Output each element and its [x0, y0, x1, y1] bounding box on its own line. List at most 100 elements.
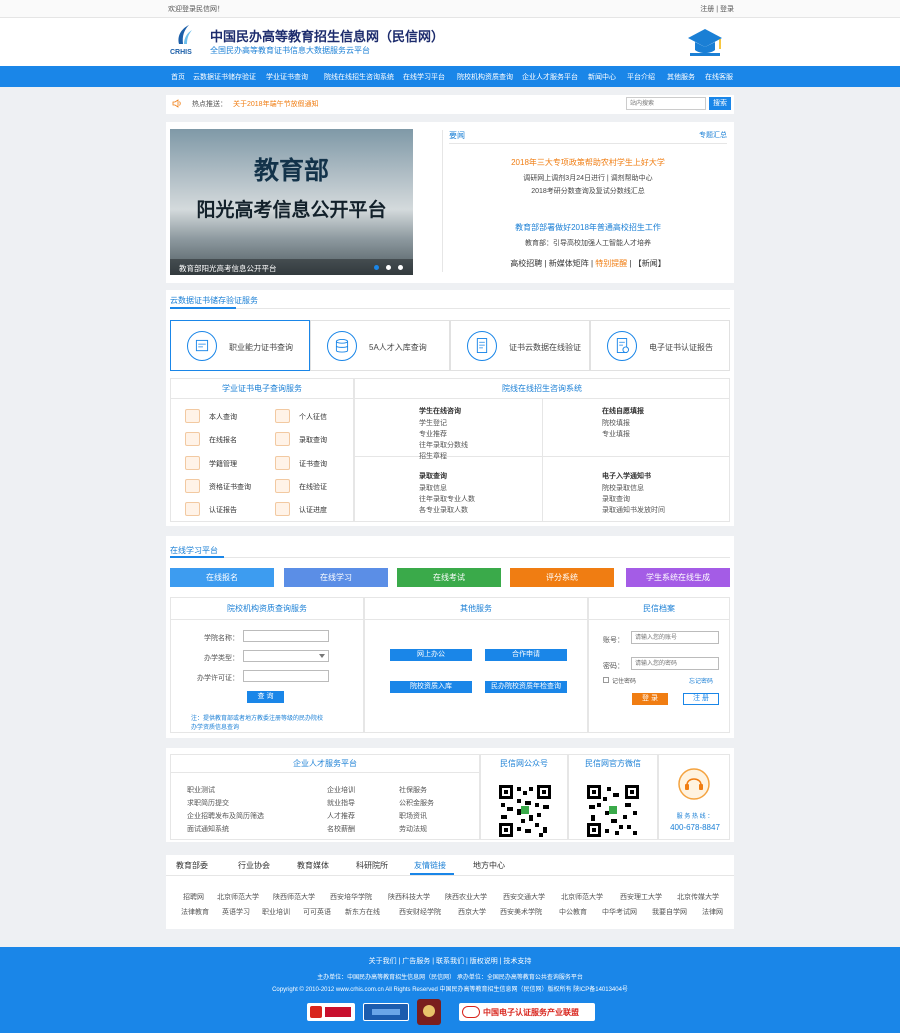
btn-grading-system[interactable]: 评分系统 [510, 568, 614, 587]
cert-status-manage[interactable]: 学籍管理 [175, 453, 261, 473]
login-link[interactable]: 登录 [720, 6, 734, 13]
cert-online-verify[interactable]: 在线验证 [265, 476, 351, 496]
news-link-news[interactable]: 【新闻】 [634, 259, 666, 268]
news-headline-1[interactable]: 2018年三大专项政策帮助农村学生上好大学 [449, 157, 727, 168]
tab-research[interactable]: 科研院所 [356, 860, 388, 871]
nav-home[interactable]: 首页 [171, 72, 185, 82]
site-search-input[interactable] [626, 97, 706, 110]
hot-news-link[interactable]: 关于2018年端午节放假通知 [233, 99, 319, 109]
friend-link[interactable]: 陕西农业大学 [445, 892, 487, 902]
friend-link[interactable]: 我要自学网 [652, 907, 687, 917]
friend-link[interactable]: 西安交通大学 [503, 892, 545, 902]
svc-talent-query[interactable]: 5A人才入库查询 [310, 320, 450, 371]
cert-qualification-query[interactable]: 资格证书查询 [175, 476, 261, 496]
svc-vocational-cert[interactable]: 职业能力证书查询 [170, 320, 310, 371]
register-link[interactable]: 注册 [700, 6, 714, 13]
friend-link[interactable]: 西安财经学院 [399, 907, 441, 917]
carousel-dot-1[interactable] [374, 265, 379, 270]
login-button[interactable]: 登 录 [632, 693, 668, 705]
news-line-3[interactable]: 教育部：引导高校加强人工智能人才培养 [449, 238, 727, 248]
nav-support[interactable]: 在线客服 [705, 72, 733, 82]
account-input[interactable] [631, 631, 719, 644]
btn-online-office[interactable]: 网上办公 [390, 649, 472, 661]
nav-learning[interactable]: 在线学习平台 [403, 72, 445, 82]
tab-local-center[interactable]: 地方中心 [473, 860, 505, 871]
site-logo[interactable]: CRHIS [170, 24, 198, 60]
cert-credit[interactable]: 个人征信 [265, 406, 351, 426]
qualification-query-button[interactable]: 查 询 [247, 691, 284, 703]
nav-qualification[interactable]: 院校机构资质查询 [457, 72, 513, 82]
cert-self-query[interactable]: 本人查询 [175, 406, 261, 426]
friend-link[interactable]: 新东方在线 [345, 907, 380, 917]
consult-g4-item[interactable]: 录取查询 [602, 494, 630, 504]
friend-link[interactable]: 可可英语 [303, 907, 331, 917]
btn-school-qualification[interactable]: 院校资质入库 [390, 681, 472, 693]
news-link-notice[interactable]: 特别提醒 [595, 259, 627, 268]
news-line-2[interactable]: 2018考研分数查询及复试分数线汇总 [449, 186, 727, 196]
consult-g2-item[interactable]: 院校填报 [602, 418, 630, 428]
friend-link[interactable]: 陕西师范大学 [273, 892, 315, 902]
friend-link[interactable]: 西安培华学院 [330, 892, 372, 902]
talent-item[interactable]: 面试通知系统 [187, 824, 229, 834]
trust-badge-2[interactable] [363, 1003, 409, 1021]
talent-item[interactable]: 职场资讯 [399, 811, 427, 821]
talent-item[interactable]: 企业招聘发布及简历筛选 [187, 811, 264, 821]
consult-g1-item[interactable]: 往年录取分数线 [419, 440, 468, 450]
consult-g1-item[interactable]: 专业推荐 [419, 429, 447, 439]
friend-link[interactable]: 英语学习 [222, 907, 250, 917]
talent-item[interactable]: 公积金服务 [399, 798, 434, 808]
btn-online-learn[interactable]: 在线学习 [284, 568, 388, 587]
talent-item[interactable]: 求职简历提交 [187, 798, 229, 808]
friend-link[interactable]: 招聘网 [183, 892, 204, 902]
banner-carousel[interactable]: 教育部 阳光高考信息公开平台 教育部阳光高考信息公开平台 [170, 129, 413, 275]
cert-auth-report[interactable]: 认证报告 [175, 499, 261, 519]
password-input[interactable] [631, 657, 719, 670]
nav-cloud-cert[interactable]: 云数据证书储存验证 [193, 72, 256, 82]
carousel-dot-2[interactable] [386, 265, 391, 270]
friend-link[interactable]: 法律网 [702, 907, 723, 917]
talent-item[interactable]: 社保服务 [399, 785, 427, 795]
talent-item[interactable]: 企业培训 [327, 785, 355, 795]
talent-item[interactable]: 劳动法规 [399, 824, 427, 834]
register-button[interactable]: 注 册 [683, 693, 719, 705]
talent-item[interactable]: 职业测试 [187, 785, 215, 795]
btn-annual-inspection[interactable]: 民办院校资质年检查询 [485, 681, 567, 693]
news-line-1[interactable]: 调研网上调剂3月24日进行 | 调剂帮助中心 [449, 173, 727, 183]
footer-links[interactable]: 关于我们 | 广告服务 | 联系我们 | 版权说明 | 技术支持 [0, 956, 900, 966]
news-headline-2[interactable]: 教育部部署做好2018年普通高校招生工作 [449, 222, 727, 233]
nav-consult[interactable]: 院线在线招生咨询系统 [324, 72, 394, 82]
consult-g2-item[interactable]: 专业填报 [602, 429, 630, 439]
tab-friend-links[interactable]: 友情链接 [414, 860, 446, 871]
consult-g4-item[interactable]: 院校录取信息 [602, 483, 644, 493]
talent-item[interactable]: 名校薪酬 [327, 824, 355, 834]
cert-auth-progress[interactable]: 认证进度 [265, 499, 351, 519]
friend-link[interactable]: 西安理工大学 [620, 892, 662, 902]
trust-badge-4[interactable]: 中国电子认证服务产业联盟 [459, 1003, 595, 1021]
news-more-link[interactable]: 专题汇总 [699, 130, 727, 140]
talent-item[interactable]: 就业指导 [327, 798, 355, 808]
tab-ministry[interactable]: 教育部委 [176, 860, 208, 871]
consult-g3-item[interactable]: 录取信息 [419, 483, 447, 493]
school-name-input[interactable] [243, 630, 329, 642]
svc-cloud-verify[interactable]: 证书云数据在线验证 [450, 320, 590, 371]
svc-e-cert-report[interactable]: 电子证书认证报告 [590, 320, 730, 371]
carousel-dot-3[interactable] [398, 265, 403, 270]
nav-cert-query[interactable]: 学业证书查询 [266, 72, 308, 82]
tab-association[interactable]: 行业协会 [238, 860, 270, 871]
school-type-select[interactable] [243, 650, 329, 662]
consult-g1-item[interactable]: 学生登记 [419, 418, 447, 428]
forgot-password-link[interactable]: 忘记密码 [689, 676, 713, 685]
friend-link[interactable]: 法律教育 [181, 907, 209, 917]
news-link-media[interactable]: 新媒体矩阵 [549, 259, 589, 268]
remember-checkbox[interactable] [603, 677, 609, 683]
btn-online-exam[interactable]: 在线考试 [397, 568, 501, 587]
nav-talent[interactable]: 企业人才服务平台 [522, 72, 578, 82]
btn-student-system[interactable]: 学生系统在线生成 [626, 568, 730, 587]
btn-online-register[interactable]: 在线报名 [170, 568, 274, 587]
friend-link[interactable]: 北京师范大学 [217, 892, 259, 902]
friend-link[interactable]: 西安美术学院 [500, 907, 542, 917]
consult-g3-item[interactable]: 各专业录取人数 [419, 505, 468, 515]
friend-link[interactable]: 职业培训 [262, 907, 290, 917]
cert-admission-query[interactable]: 录取查询 [265, 429, 351, 449]
tab-edu-media[interactable]: 教育媒体 [297, 860, 329, 871]
